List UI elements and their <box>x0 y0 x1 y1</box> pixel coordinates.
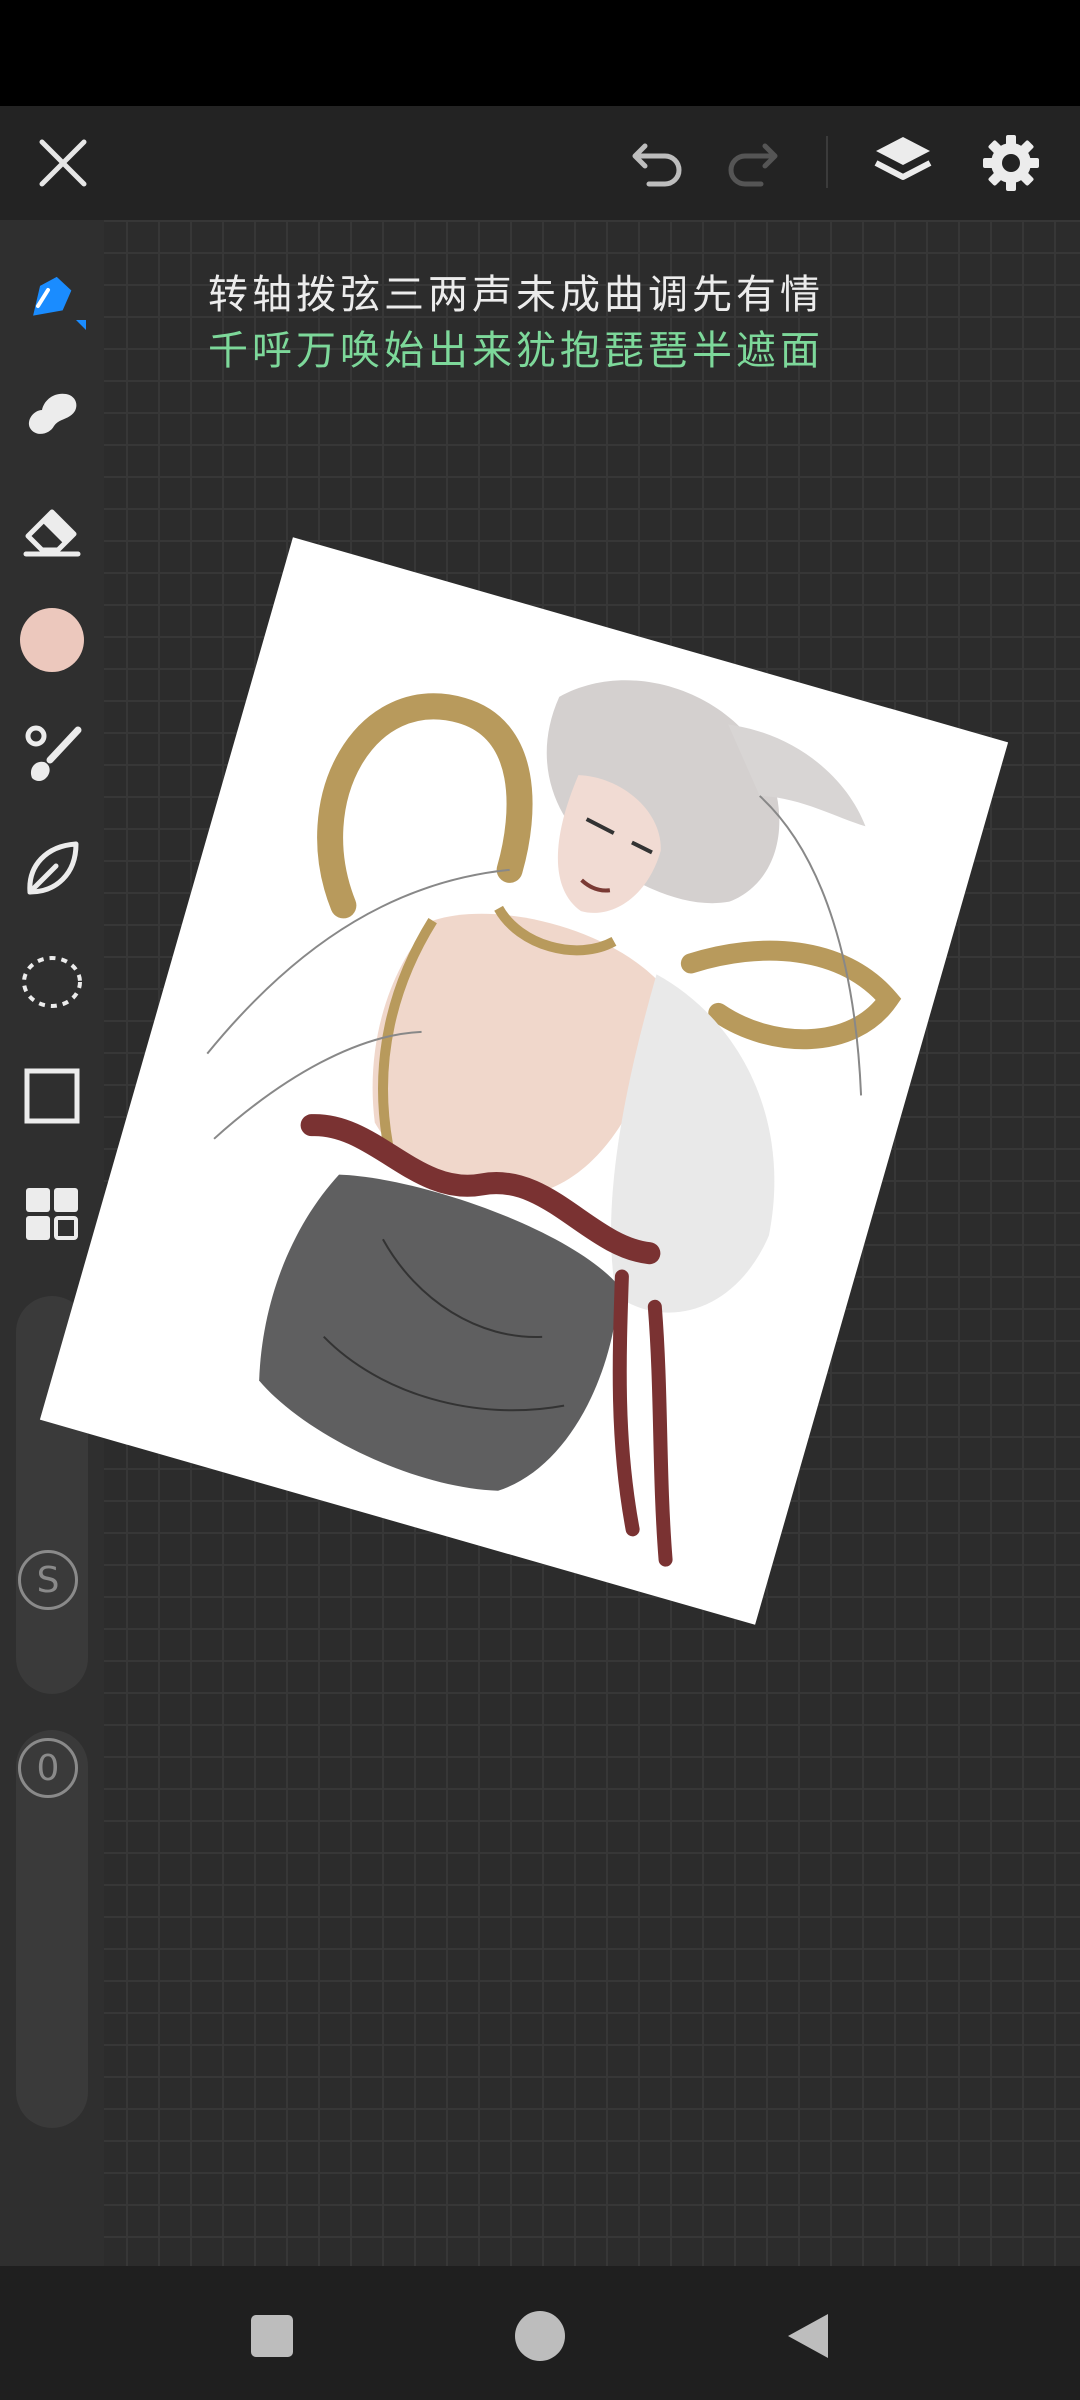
more-tools-button[interactable] <box>14 1176 90 1252</box>
color-picker-button[interactable] <box>14 602 90 678</box>
color-swatch <box>20 608 84 672</box>
gear-icon <box>983 135 1039 191</box>
brush-icon <box>25 725 82 781</box>
recents-button[interactable] <box>232 2296 312 2376</box>
status-bar <box>0 0 1080 106</box>
settings-button[interactable] <box>974 126 1048 200</box>
brush-tool-button[interactable] <box>14 716 90 792</box>
selection-tool-button[interactable] <box>14 1058 90 1134</box>
undo-icon <box>632 143 682 187</box>
brush-size-badge: S <box>18 1550 78 1610</box>
toolbar-divider <box>826 136 828 188</box>
layers-icon <box>874 137 932 180</box>
triangle-back-icon <box>788 2314 828 2358</box>
back-button[interactable] <box>768 2296 848 2376</box>
opacity-badge: 0 <box>18 1738 78 1798</box>
square-icon <box>251 2315 293 2357</box>
close-button[interactable] <box>26 126 100 200</box>
smudge-tool-button[interactable] <box>14 374 90 450</box>
circle-icon <box>515 2311 565 2361</box>
close-icon <box>39 139 87 187</box>
pen-tool-icon <box>33 276 86 330</box>
pen-tool-button[interactable] <box>14 258 90 334</box>
undo-button[interactable] <box>620 126 694 200</box>
rectangle-icon <box>24 1068 80 1124</box>
smudge-icon <box>28 393 77 434</box>
lasso-tool-button[interactable] <box>14 944 90 1020</box>
shape-tool-button[interactable] <box>14 830 90 906</box>
layers-button[interactable] <box>866 126 940 200</box>
eraser-icon <box>23 509 81 557</box>
leaf-icon <box>27 841 79 895</box>
poem-line-1: 转轴拨弦三两声未成曲调先有情 <box>208 272 824 318</box>
poem-line-2: 千呼万唤始出来犹抱琵琶半遮面 <box>208 328 824 374</box>
eraser-tool-button[interactable] <box>14 490 90 566</box>
redo-icon <box>728 143 778 187</box>
grid-icon <box>26 1188 78 1240</box>
lasso-icon <box>22 956 82 1008</box>
redo-button[interactable] <box>716 126 790 200</box>
home-button[interactable] <box>500 2296 580 2376</box>
